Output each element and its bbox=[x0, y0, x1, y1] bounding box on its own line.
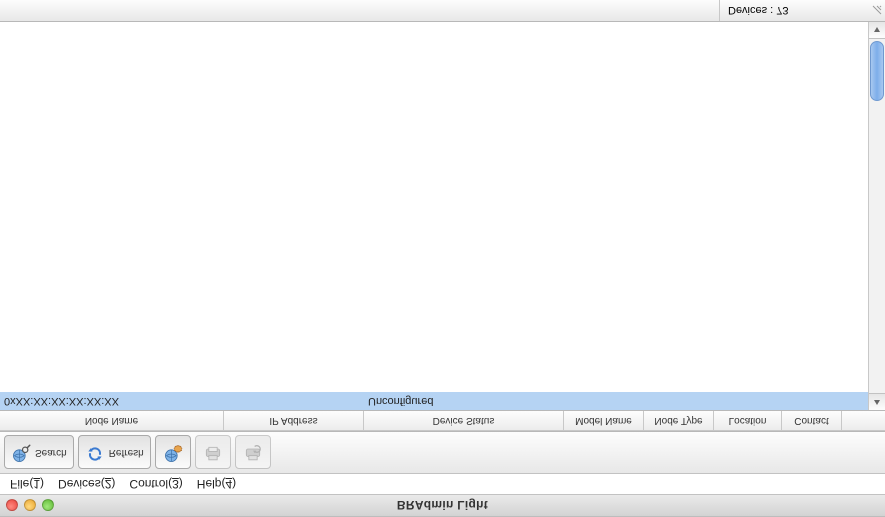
col-header-ip[interactable]: IP Address bbox=[224, 411, 364, 430]
triangle-down-icon bbox=[873, 26, 881, 34]
resize-grip[interactable] bbox=[869, 0, 885, 21]
resize-grip-icon bbox=[871, 5, 883, 17]
titlebar: BRAdmin Light bbox=[0, 495, 885, 517]
col-header-nodetype[interactable]: Node Type bbox=[644, 411, 714, 430]
menu-file[interactable]: File(1) bbox=[4, 475, 50, 493]
toolbar: Search Refresh bbox=[0, 431, 885, 473]
col-header-model[interactable]: Model Name bbox=[564, 411, 644, 430]
minimize-button[interactable] bbox=[24, 500, 36, 512]
col-header-contact[interactable]: Contact bbox=[782, 411, 842, 430]
printer-config-icon bbox=[203, 441, 223, 464]
refresh-icon bbox=[85, 441, 105, 464]
col-header-status[interactable]: Device Status bbox=[364, 411, 564, 430]
cell-nodename: 0xXX:XX:XX:XX:XX:XX bbox=[0, 395, 224, 407]
menu-control[interactable]: Control(3) bbox=[123, 475, 188, 493]
device-count-label: Devices : 73 bbox=[719, 0, 869, 21]
col-header-nodename[interactable]: Node Name bbox=[0, 411, 224, 430]
scroll-track[interactable] bbox=[869, 39, 885, 393]
table-row[interactable]: 0xXX:XX:XX:XX:XX:XX Unconfigured bbox=[0, 392, 868, 410]
statusbar: Devices : 73 bbox=[0, 0, 885, 22]
refresh-label: Refresh bbox=[109, 447, 144, 458]
printer-refresh-button[interactable] bbox=[235, 436, 271, 470]
device-table: Node Name IP Address Device Status Model… bbox=[0, 22, 885, 431]
search-button[interactable]: Search bbox=[4, 436, 74, 470]
search-label: Search bbox=[35, 447, 67, 458]
window-controls bbox=[6, 500, 54, 512]
vertical-scrollbar[interactable] bbox=[868, 22, 885, 410]
scroll-down-button[interactable] bbox=[869, 22, 885, 39]
globe-gear-button[interactable] bbox=[155, 436, 191, 470]
zoom-button[interactable] bbox=[42, 500, 54, 512]
globe-gear-icon bbox=[163, 441, 183, 464]
triangle-up-icon bbox=[873, 398, 881, 406]
scroll-thumb[interactable] bbox=[870, 41, 884, 101]
printer-config-button[interactable] bbox=[195, 436, 231, 470]
refresh-button[interactable]: Refresh bbox=[78, 436, 151, 470]
menubar: File(1) Devices(2) Control(3) Help(4) bbox=[0, 473, 885, 495]
cell-status: Unconfigured bbox=[364, 395, 564, 407]
menu-help[interactable]: Help(4) bbox=[191, 475, 242, 493]
close-button[interactable] bbox=[6, 500, 18, 512]
scroll-up-button[interactable] bbox=[869, 393, 885, 410]
globe-search-icon bbox=[11, 441, 31, 464]
menu-devices[interactable]: Devices(2) bbox=[52, 475, 121, 493]
table-body: 0xXX:XX:XX:XX:XX:XX Unconfigured bbox=[0, 22, 885, 410]
col-header-scroll-gap bbox=[842, 411, 885, 430]
window-title: BRAdmin Light bbox=[397, 499, 488, 513]
printer-refresh-icon bbox=[243, 441, 263, 464]
table-header: Node Name IP Address Device Status Model… bbox=[0, 410, 885, 430]
col-header-location[interactable]: Location bbox=[714, 411, 782, 430]
